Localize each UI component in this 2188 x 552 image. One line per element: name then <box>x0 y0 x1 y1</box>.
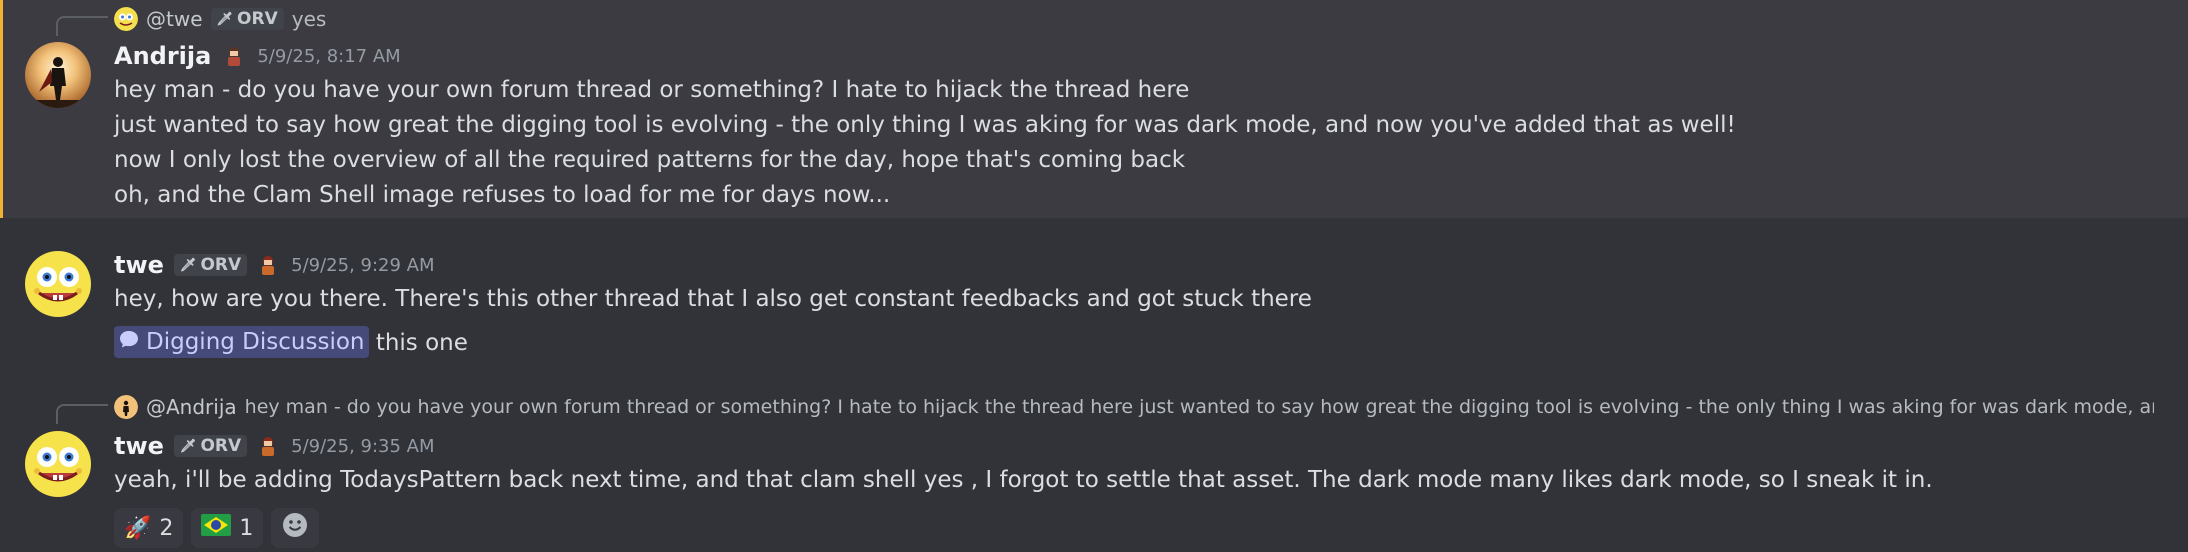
message-line: hey man - do you have your own forum thr… <box>114 77 1190 103</box>
message-line: yeah, i'll be adding TodaysPattern back … <box>114 467 1933 493</box>
message-header: twe 🗡 ORV 5/9/25, 9:35 AM <box>114 431 435 461</box>
reply-text: yes <box>291 7 327 31</box>
role-icon <box>255 433 282 459</box>
reply-avatar-twe <box>114 7 138 31</box>
message-header: twe 🗡 ORV 5/9/25, 9:29 AM <box>114 250 435 280</box>
channel-mention-label: Digging Discussion <box>146 329 365 355</box>
reaction-rocket[interactable]: 🚀 2 <box>114 508 184 548</box>
role-icon <box>255 252 282 278</box>
author-name[interactable]: twe <box>114 251 164 279</box>
reply-avatar-andrija <box>114 395 138 419</box>
mention-suffix: this one <box>375 330 468 356</box>
message-header: Andrija 5/9/25, 8:17 AM <box>114 41 401 71</box>
reply-preview[interactable]: @twe 🗡 ORV yes <box>114 5 326 33</box>
avatar-twe[interactable] <box>25 431 91 497</box>
rocket-icon: 🚀 <box>124 515 152 541</box>
reply-preview[interactable]: @Andrija hey man - do you have your own … <box>114 393 2154 421</box>
reply-spine <box>56 16 108 36</box>
avatar-andrija[interactable] <box>25 42 91 108</box>
timestamp: 5/9/25, 9:29 AM <box>291 254 435 276</box>
message-line: now I only lost the overview of all the … <box>114 147 1186 173</box>
server-tag[interactable]: 🗡 ORV <box>173 254 248 276</box>
tag-label: ORV <box>200 255 242 275</box>
timestamp: 5/9/25, 9:35 AM <box>291 435 435 457</box>
author-name[interactable]: twe <box>114 432 164 460</box>
smiley-icon <box>282 512 308 544</box>
reactions: 🚀 2 1 <box>114 508 320 548</box>
message-twe-2: @Andrija hey man - do you have your own … <box>0 376 2188 552</box>
message-line: hey, how are you there. There's this oth… <box>114 286 1312 312</box>
reply-tag-label: ORV <box>237 9 278 29</box>
author-name[interactable]: Andrija <box>114 42 211 70</box>
reaction-brazil-flag[interactable]: 1 <box>191 508 264 548</box>
timestamp: 5/9/25, 8:17 AM <box>257 45 401 67</box>
message-line-mention: Digging Discussion this one <box>114 326 468 358</box>
reply-spine <box>56 404 108 424</box>
sword-icon: 🗡 <box>179 438 197 454</box>
message-line: oh, and the Clam Shell image refuses to … <box>114 182 891 208</box>
reaction-count: 1 <box>239 515 254 541</box>
add-reaction-button[interactable] <box>271 508 320 548</box>
reaction-count: 2 <box>159 515 174 541</box>
forum-icon <box>118 328 140 356</box>
role-icon <box>221 43 248 69</box>
reply-text: hey man - do you have your own forum thr… <box>244 396 2154 418</box>
avatar-twe[interactable] <box>25 251 91 317</box>
reply-author[interactable]: @twe <box>146 7 203 31</box>
message-twe-1: twe 🗡 ORV 5/9/25, 9:29 AM hey, how are y… <box>0 218 2188 376</box>
reply-server-tag: 🗡 ORV <box>210 8 284 30</box>
channel-mention[interactable]: Digging Discussion <box>114 326 369 358</box>
sword-icon: 🗡 <box>179 257 197 273</box>
message-line: just wanted to say how great the digging… <box>114 112 1736 138</box>
sword-icon: 🗡 <box>216 11 234 27</box>
reply-author[interactable]: @Andrija <box>146 395 237 419</box>
brazil-flag-icon <box>201 514 232 542</box>
tag-label: ORV <box>200 436 242 456</box>
message-andrija: @twe 🗡 ORV yes Andrija 5/9/25, 8:17 AM h… <box>0 0 2188 218</box>
server-tag[interactable]: 🗡 ORV <box>173 435 248 457</box>
